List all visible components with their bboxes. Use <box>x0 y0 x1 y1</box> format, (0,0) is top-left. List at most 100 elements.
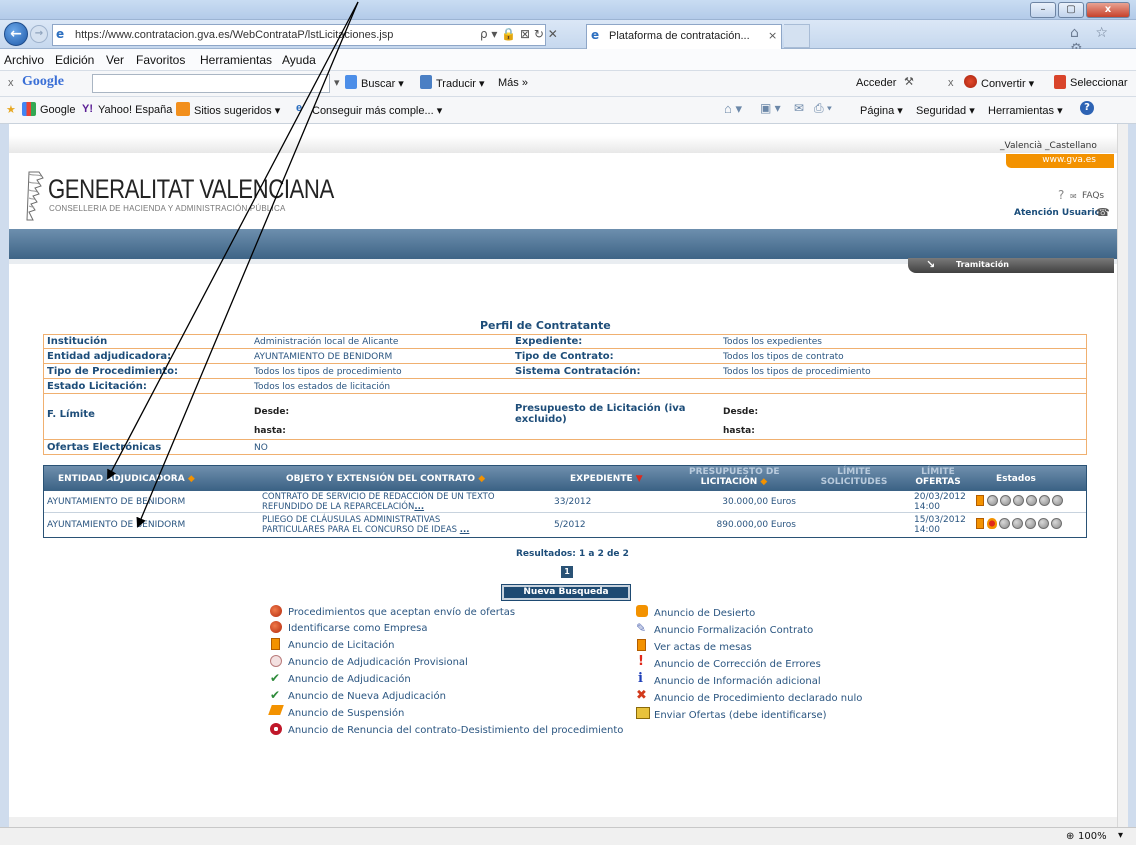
seleccionar-button[interactable]: Seleccionar <box>1070 77 1127 89</box>
state-dot-icon <box>1039 495 1050 506</box>
col-objeto-header[interactable]: OBJETO Y EXTENSIÓN DEL CONTRATO ◆ <box>286 474 485 484</box>
atencion-usuario-link[interactable]: Atención Usuario <box>1014 208 1101 218</box>
select-icon <box>1054 75 1066 89</box>
seguridad-menu[interactable]: Seguridad ▾ <box>916 104 975 117</box>
zoom-level[interactable]: 100% <box>1078 831 1107 842</box>
tab-close-button[interactable]: × <box>768 29 777 42</box>
address-tools[interactable]: ρ ▾ 🔒 ⊠ ↻ ✕ <box>480 27 558 41</box>
row-more-link[interactable]: ... <box>414 502 424 512</box>
mail-icon[interactable]: ✉ <box>794 101 804 115</box>
anuncio-licitacion-icon[interactable] <box>976 495 984 506</box>
identificarse-icon <box>270 621 282 633</box>
wrench-icon[interactable]: ⚒ <box>904 75 914 88</box>
faqs-link[interactable]: FAQs <box>1082 191 1104 201</box>
nueva-busqueda-button[interactable]: Nueva Busqueda <box>501 584 631 601</box>
col-presupuesto-header[interactable]: PRESUPUESTO DE LICITACIÓN ◆ <box>689 467 780 487</box>
horizontal-scrollbar[interactable] <box>9 817 1117 827</box>
language-links[interactable]: _Valencià _Castellano <box>1000 141 1097 151</box>
new-tab-button[interactable] <box>784 24 810 48</box>
expediente-label: Expediente: <box>515 336 583 347</box>
row-expediente: 5/2012 <box>554 520 586 530</box>
legend-identificarse[interactable]: Identificarse como Empresa <box>288 623 428 635</box>
minimize-button[interactable]: – <box>1030 2 1056 18</box>
fecha-hasta-label: hasta: <box>254 426 286 436</box>
fav-google[interactable]: Google <box>40 104 75 116</box>
fecha-limite-label: F. Límite <box>47 409 95 420</box>
row-expediente: 33/2012 <box>554 497 592 507</box>
menu-ayuda[interactable]: Ayuda <box>282 53 316 67</box>
sort-icon[interactable]: ◆ <box>188 474 195 484</box>
maximize-button[interactable]: ▢ <box>1058 2 1084 18</box>
warning-icon[interactable] <box>987 518 997 529</box>
herramientas-menu[interactable]: Herramientas ▾ <box>988 104 1063 117</box>
google-toolbar: x Google ▾ Buscar ▾ Traducir ▾ Más » Acc… <box>0 71 1136 97</box>
help-icon[interactable]: ? <box>1080 101 1094 115</box>
search-dropdown-icon[interactable]: ▾ <box>334 76 340 89</box>
row-objeto-line2: PARTICULARES PARA EL CONCURSO DE IDEAS .… <box>262 525 469 535</box>
close-window-button[interactable]: x <box>1086 2 1130 18</box>
row-more-link[interactable]: ... <box>460 525 470 535</box>
gva-link[interactable]: www.gva.es <box>1006 154 1114 168</box>
address-bar[interactable]: https://www.contratacion.gva.es/WebContr… <box>52 24 546 46</box>
fav-yahoo[interactable]: Yahoo! España <box>98 104 172 116</box>
traducir-button[interactable]: Traducir ▾ <box>436 77 485 90</box>
pdf-toolbar-close[interactable]: x <box>948 77 954 89</box>
forward-button[interactable]: → <box>30 25 48 43</box>
sort-desc-icon[interactable]: ▼ <box>636 474 643 484</box>
menu-favoritos[interactable]: Favoritos <box>136 53 185 67</box>
col-expediente-header[interactable]: EXPEDIENTE ▼ <box>570 474 643 484</box>
table-row[interactable]: AYUNTAMIENTO DE BENIDORM PLIEGO DE CLÁUS… <box>44 514 1086 536</box>
state-dot-icon <box>1052 495 1063 506</box>
col-ofertas-label-2: OFERTAS <box>915 477 961 487</box>
favorites-bar: ★ Google Y! Yahoo! España Sitios sugerid… <box>0 97 1136 124</box>
legend-left: Procedimientos que aceptan envío de ofer… <box>268 605 630 740</box>
col-limite-ofertas-header: LÍMITE OFERTAS <box>910 467 966 487</box>
legend-enviar-ofertas[interactable]: Enviar Ofertas (debe identificarse) <box>654 710 827 722</box>
pagina-menu[interactable]: Página ▾ <box>860 104 903 117</box>
back-button[interactable]: ← <box>4 22 28 46</box>
row-fecha-limite: 15/03/2012 <box>914 515 966 525</box>
legend-actas[interactable]: Ver actas de mesas <box>654 642 752 654</box>
fav-conseguir-mas[interactable]: Conseguir más comple... ▾ <box>312 104 442 117</box>
table-row[interactable]: AYUNTAMIENTO DE BENIDORM CONTRATO DE SER… <box>44 491 1086 513</box>
favorites-star-icon[interactable]: ★ <box>6 103 16 116</box>
menu-archivo[interactable]: Archivo <box>4 53 44 67</box>
suggested-sites-icon <box>176 102 190 116</box>
legend-desierto: Anuncio de Desierto <box>654 608 756 619</box>
legend-correccion: Anuncio de Corrección de Errores <box>654 659 821 670</box>
info-icon: i <box>638 671 643 686</box>
convert-icon <box>964 75 977 88</box>
menu-herramientas[interactable]: Herramientas <box>200 53 272 67</box>
col-entidad-header[interactable]: ENTIDAD ADJUDICADORA ◆ <box>58 474 195 484</box>
google-search-input[interactable] <box>92 74 330 93</box>
acceder-button[interactable]: Acceder <box>856 77 896 89</box>
col-entidad-label: ENTIDAD ADJUDICADORA <box>58 474 185 484</box>
ie-fav-icon: e <box>296 102 303 114</box>
menu-ver[interactable]: Ver <box>106 53 124 67</box>
col-solicitudes-label: LÍMITE <box>837 467 871 477</box>
tramitacion-tab[interactable]: ↘ Tramitación <box>908 258 1114 273</box>
feeds-icon[interactable]: ▣ ▾ <box>760 101 781 115</box>
menu-edicion[interactable]: Edición <box>55 53 94 67</box>
anuncio-licitacion-icon[interactable] <box>976 518 984 529</box>
sistema-contratacion-label: Sistema Contratación: <box>515 366 641 377</box>
formalizacion-icon: ✎ <box>636 621 647 635</box>
vertical-scrollbar[interactable] <box>1117 124 1128 827</box>
fav-sitios-sugeridos[interactable]: Sitios sugeridos ▾ <box>194 104 280 117</box>
zoom-dropdown-icon[interactable]: ▾ <box>1118 830 1123 841</box>
legend-informacion: Anuncio de Información adicional <box>654 676 821 687</box>
mas-button[interactable]: Más » <box>498 77 528 89</box>
tab-plataforma[interactable]: Plataforma de contratación... <box>586 24 782 49</box>
sort-icon[interactable]: ◆ <box>478 474 485 484</box>
page-1-button[interactable]: 1 <box>561 566 573 578</box>
buscar-button[interactable]: Buscar ▾ <box>361 77 404 90</box>
home-icon[interactable]: ⌂ ▾ <box>724 101 742 117</box>
sort-icon[interactable]: ◆ <box>760 477 767 487</box>
convertir-button[interactable]: Convertir ▾ <box>981 77 1034 90</box>
generalitat-name: GENERALITAT VALENCIANA <box>48 174 334 204</box>
state-dot-icon <box>1051 518 1062 529</box>
print-icon[interactable]: ⎙ ▾ <box>814 101 832 116</box>
google-toolbar-close[interactable]: x <box>8 77 14 89</box>
institucion-value: Administración local de Alicante <box>254 337 399 347</box>
ofertas-electronicas-value: NO <box>254 443 268 453</box>
